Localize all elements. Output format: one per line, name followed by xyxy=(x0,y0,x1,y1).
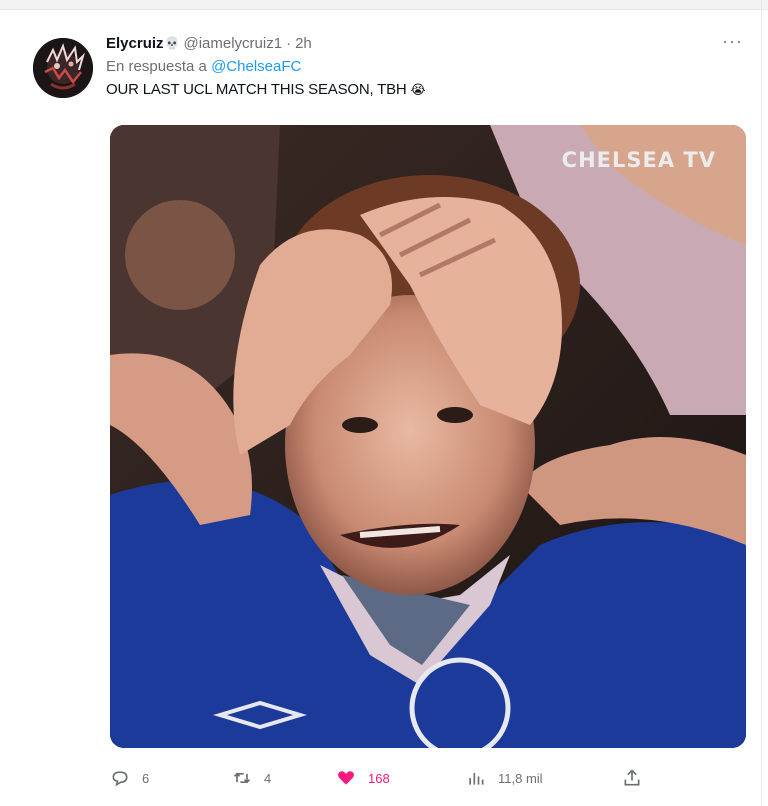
separator-dot: · xyxy=(286,34,292,52)
reply-button[interactable]: 6 xyxy=(110,764,149,792)
reply-context: En respuesta a @ChelseaFC xyxy=(106,58,301,75)
tweet-text-body: OUR LAST UCL MATCH THIS SEASON, TBH xyxy=(106,81,407,98)
share-button[interactable] xyxy=(622,764,654,792)
reply-count: 6 xyxy=(142,770,150,786)
avatar[interactable] xyxy=(33,38,93,98)
views-count: 11,8 mil xyxy=(498,770,543,786)
media-image xyxy=(110,125,746,748)
reply-icon xyxy=(112,771,128,787)
share-icon xyxy=(624,769,640,786)
tweet-text: OUR LAST UCL MATCH THIS SEASON, TBH 😭 xyxy=(106,81,426,98)
retweet-button[interactable]: 4 xyxy=(232,764,271,792)
media-watermark: CHELSEA TV xyxy=(561,148,716,172)
retweet-count: 4 xyxy=(264,770,272,786)
top-divider xyxy=(0,0,768,10)
avatar-image xyxy=(33,38,93,98)
reply-mention-link[interactable]: @ChelseaFC xyxy=(211,58,301,75)
crying-emoji-icon: 😭 xyxy=(410,82,426,97)
like-button[interactable]: 168 xyxy=(336,764,390,792)
tweet-actions: 6 4 168 11,8 mil xyxy=(0,764,768,792)
tweet-media[interactable]: CHELSEA TV xyxy=(110,125,746,748)
timestamp[interactable]: 2h xyxy=(295,35,312,52)
tweet-header: Elycruiz 💀 @iamelycruiz1 · 2h xyxy=(106,32,312,54)
like-count: 168 xyxy=(368,770,390,786)
retweet-icon xyxy=(233,772,251,784)
views-chart-icon xyxy=(469,773,484,785)
heart-icon xyxy=(338,771,354,785)
tweet[interactable]: Elycruiz 💀 @iamelycruiz1 · 2h ··· En res… xyxy=(0,12,768,806)
author-handle[interactable]: @iamelycruiz1 xyxy=(183,35,282,52)
skull-emoji-icon: 💀 xyxy=(164,36,180,50)
reply-prefix: En respuesta a xyxy=(106,58,207,75)
more-options-icon[interactable]: ··· xyxy=(722,32,743,50)
views-button[interactable]: 11,8 mil xyxy=(466,764,543,792)
author-name[interactable]: Elycruiz xyxy=(106,35,164,52)
